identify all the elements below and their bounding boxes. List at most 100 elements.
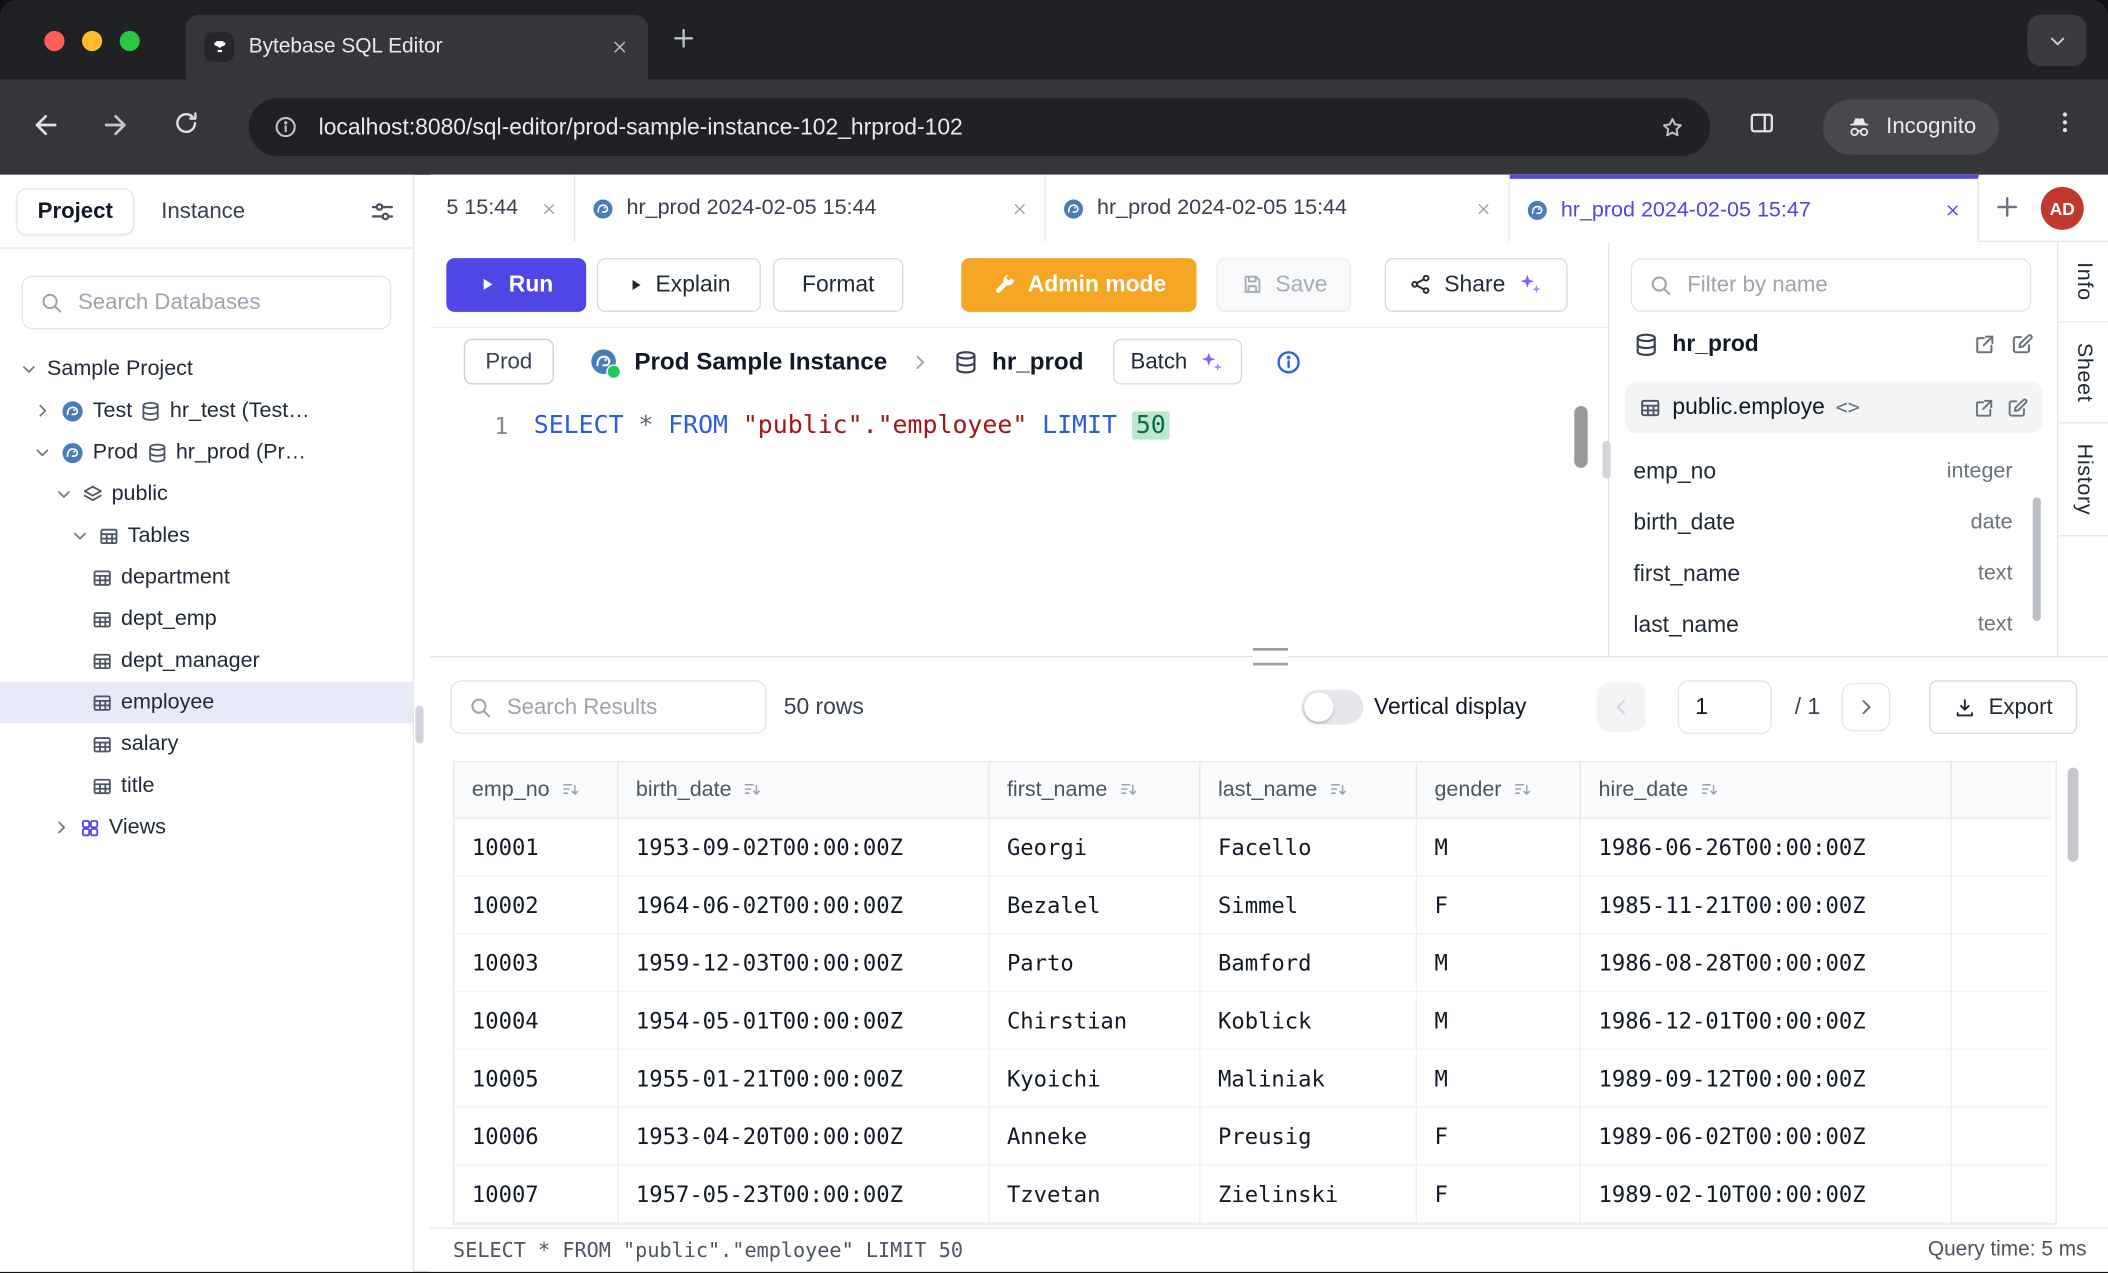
tab-instance[interactable]: Instance xyxy=(161,198,341,224)
prev-page-button[interactable] xyxy=(1597,683,1645,731)
column-header-emp-no[interactable]: emp_no xyxy=(454,762,618,818)
save-button[interactable]: Save xyxy=(1217,257,1351,311)
panel-resize-handle[interactable] xyxy=(1603,441,1611,479)
avatar[interactable]: AD xyxy=(2041,187,2084,230)
side-panel-icon[interactable] xyxy=(1748,109,1776,137)
bookmark-star-icon[interactable] xyxy=(1659,114,1686,141)
admin-mode-button[interactable]: Admin mode xyxy=(961,257,1196,311)
tree-item-schema-public[interactable]: public xyxy=(0,473,413,515)
tab-project[interactable]: Project xyxy=(16,188,134,235)
sidebar-resize-handle[interactable] xyxy=(415,706,423,744)
column-header-last-name[interactable]: last_name xyxy=(1201,762,1417,818)
batch-button[interactable]: Batch xyxy=(1113,339,1242,385)
url-bar[interactable]: localhost:8080/sql-editor/prod-sample-in… xyxy=(249,98,1710,156)
page-number-input[interactable] xyxy=(1678,680,1772,734)
external-link-icon[interactable] xyxy=(1972,332,1996,356)
new-sheet-button[interactable] xyxy=(1992,192,2022,222)
run-button[interactable]: Run xyxy=(446,257,586,311)
results-scrollbar[interactable] xyxy=(2068,768,2079,862)
column-header-birth-date[interactable]: birth_date xyxy=(618,762,989,818)
editor-scrollbar[interactable] xyxy=(1574,406,1587,468)
window-zoom-button[interactable] xyxy=(120,31,140,51)
filter-settings-icon[interactable] xyxy=(368,197,396,225)
next-page-button[interactable] xyxy=(1842,683,1890,731)
sheet-tab-partial[interactable]: 5 15:44 xyxy=(430,175,575,242)
close-icon[interactable] xyxy=(1011,200,1028,217)
sort-icon[interactable] xyxy=(742,780,762,800)
chevron-right-icon[interactable] xyxy=(51,817,71,837)
column-row[interactable]: birth_date date xyxy=(1633,497,2012,548)
tree-item-dept-emp[interactable]: dept_emp xyxy=(0,598,413,640)
tree-item-tables[interactable]: Tables xyxy=(0,515,413,557)
tree-item-dept-manager[interactable]: dept_manager xyxy=(0,640,413,682)
tab-sheet[interactable]: Sheet xyxy=(2058,322,2108,423)
window-minimize-button[interactable] xyxy=(82,31,102,51)
browser-tab[interactable]: Bytebase SQL Editor xyxy=(186,15,648,80)
close-icon[interactable] xyxy=(1475,200,1492,217)
window-close-button[interactable] xyxy=(44,31,64,51)
tree-item-department[interactable]: department xyxy=(0,557,413,599)
panel-scrollbar[interactable] xyxy=(2033,497,2041,621)
vertical-display-toggle[interactable] xyxy=(1301,690,1363,725)
sheet-tab-1[interactable]: hr_prod 2024-02-05 15:44 xyxy=(575,175,1046,242)
chevron-right-icon[interactable] xyxy=(32,401,52,421)
edit-icon[interactable] xyxy=(2006,396,2029,419)
instance-icon-wrap xyxy=(589,347,619,377)
close-icon[interactable] xyxy=(540,200,557,217)
format-button[interactable]: Format xyxy=(773,257,903,311)
tree-item-employee[interactable]: employee xyxy=(0,682,413,724)
sort-icon[interactable] xyxy=(560,780,580,800)
sheet-tab-active[interactable]: hr_prod 2024-02-05 15:47 xyxy=(1510,175,1979,242)
database-search-input[interactable] xyxy=(75,288,373,316)
forward-icon[interactable] xyxy=(99,109,131,141)
sort-icon[interactable] xyxy=(1118,780,1138,800)
column-header-first-name[interactable]: first_name xyxy=(989,762,1200,818)
tab-search-button[interactable] xyxy=(2027,15,2086,66)
sort-icon[interactable] xyxy=(1328,780,1348,800)
tree-item-test-instance[interactable]: Test hr_test (Test… xyxy=(0,390,413,432)
sql-editor[interactable]: 1 SELECT*FROM"public"."employee"LIMIT50 xyxy=(430,395,1608,656)
code-icon[interactable]: <> xyxy=(1836,395,1962,419)
reload-icon[interactable] xyxy=(172,109,200,137)
chevron-down-icon[interactable] xyxy=(32,442,52,462)
chevron-down-icon[interactable] xyxy=(19,359,39,379)
export-button[interactable]: Export xyxy=(1929,680,2077,734)
info-icon[interactable] xyxy=(1275,348,1303,376)
column-row[interactable]: emp_no integer xyxy=(1633,446,2012,497)
table-icon xyxy=(91,608,113,630)
column-header-gender[interactable]: gender xyxy=(1417,762,1581,818)
column-header-hire-date[interactable]: hire_date xyxy=(1581,762,1952,818)
tree-item-prod-instance[interactable]: Prod hr_prod (Pr… xyxy=(0,432,413,474)
filter-by-name[interactable] xyxy=(1631,258,2032,312)
external-link-icon[interactable] xyxy=(1972,396,1995,419)
tab-history[interactable]: History xyxy=(2058,423,2108,536)
column-row[interactable]: last_name text xyxy=(1633,600,2012,651)
new-tab-button[interactable] xyxy=(670,24,698,52)
filter-by-name-input[interactable] xyxy=(1685,271,2014,299)
tree-item-sample-project[interactable]: Sample Project xyxy=(0,348,413,390)
tree-item-title[interactable]: title xyxy=(0,765,413,807)
sort-icon[interactable] xyxy=(1512,780,1532,800)
tree-item-salary[interactable]: salary xyxy=(0,723,413,765)
chevron-down-icon[interactable] xyxy=(70,526,90,546)
site-info-icon[interactable] xyxy=(273,114,299,140)
explain-button[interactable]: Explain xyxy=(597,257,761,311)
browser-menu-icon[interactable] xyxy=(2052,109,2079,136)
panel-table-row[interactable]: public.employe <> xyxy=(1625,382,2042,433)
results-search-input[interactable] xyxy=(504,693,749,721)
results-search[interactable] xyxy=(450,680,766,734)
back-icon[interactable] xyxy=(30,109,62,141)
tree-item-views[interactable]: Views xyxy=(0,807,413,849)
environment-chip[interactable]: Prod xyxy=(464,339,554,385)
close-icon[interactable] xyxy=(1944,202,1961,219)
column-row[interactable]: first_name text xyxy=(1633,549,2012,600)
sheet-tab-2[interactable]: hr_prod 2024-02-05 15:44 xyxy=(1046,175,1510,242)
sort-icon[interactable] xyxy=(1699,780,1719,800)
tab-info[interactable]: Info xyxy=(2058,242,2108,322)
chevron-down-icon[interactable] xyxy=(54,484,74,504)
split-drag-handle[interactable] xyxy=(1253,648,1288,665)
share-button[interactable]: Share xyxy=(1385,257,1568,311)
tab-close-icon[interactable] xyxy=(610,38,629,57)
database-search[interactable] xyxy=(22,276,392,330)
edit-icon[interactable] xyxy=(2010,332,2034,356)
